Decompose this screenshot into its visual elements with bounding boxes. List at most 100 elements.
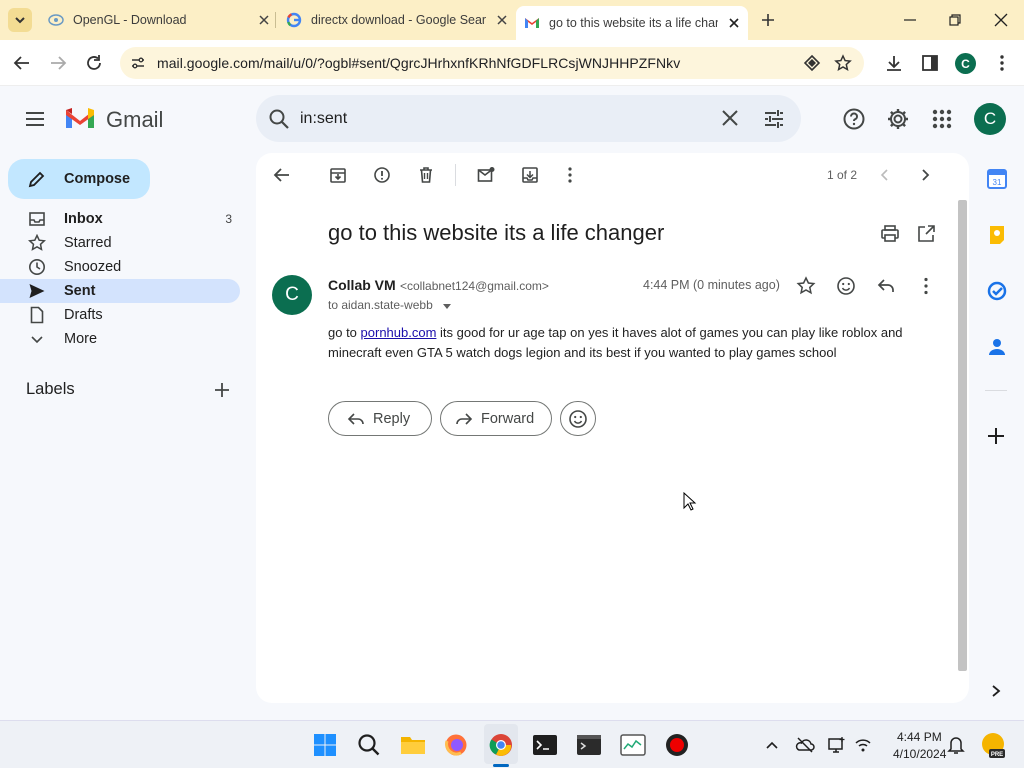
tab-search-button[interactable] — [8, 8, 32, 32]
download-icon[interactable] — [884, 53, 904, 73]
back-icon[interactable] — [12, 53, 32, 73]
older-chevron-right-icon[interactable] — [917, 167, 933, 183]
bookmark-star-icon[interactable] — [834, 54, 852, 72]
tab-title: go to this website its a life chan — [549, 16, 718, 30]
search-options-icon[interactable] — [763, 108, 785, 130]
keep-icon[interactable] — [987, 225, 1007, 245]
show-side-panel-chevron-icon[interactable] — [989, 684, 1003, 698]
tab-divider — [275, 12, 276, 28]
sender-name[interactable]: Collab VM — [328, 277, 396, 293]
reply-button[interactable]: Reply — [328, 401, 432, 436]
clock-date[interactable]: 4/10/2024 — [893, 747, 946, 761]
details-dropdown-icon[interactable] — [442, 301, 452, 311]
firefox-icon[interactable] — [444, 733, 468, 757]
svg-text:PRE: PRE — [991, 752, 1003, 758]
scrollbar[interactable] — [958, 200, 967, 671]
contacts-icon[interactable] — [987, 337, 1007, 357]
tasks-icon[interactable] — [987, 281, 1007, 301]
tab-gmail-active[interactable]: go to this website its a life chan — [516, 6, 748, 40]
move-to-icon[interactable] — [521, 166, 539, 184]
get-addons-plus-icon[interactable] — [987, 427, 1005, 445]
mail-search-bar[interactable]: in:sent — [256, 95, 801, 142]
nav-item-starred[interactable]: Starred — [0, 231, 240, 255]
opengl-favicon-icon — [48, 14, 64, 26]
close-icon[interactable] — [494, 12, 510, 28]
command-prompt-icon[interactable] — [576, 733, 602, 757]
mark-unread-icon[interactable] — [477, 166, 495, 184]
emoji-button[interactable] — [560, 401, 596, 436]
sender-avatar[interactable]: C — [272, 275, 312, 315]
forward-icon[interactable] — [48, 53, 68, 73]
more-actions-icon[interactable] — [561, 166, 579, 184]
body-link[interactable]: pornhub.com — [361, 325, 437, 340]
archive-icon[interactable] — [329, 166, 347, 184]
site-settings-icon[interactable] — [130, 55, 146, 71]
help-icon[interactable] — [842, 107, 866, 131]
search-input[interactable]: in:sent — [300, 110, 347, 128]
gmail-favicon-icon — [525, 18, 539, 28]
settings-gear-icon[interactable] — [886, 107, 910, 131]
side-panel-icon[interactable] — [920, 53, 940, 73]
compose-label: Compose — [64, 171, 131, 187]
restore-icon[interactable] — [947, 12, 963, 28]
emoji-reaction-icon[interactable] — [836, 276, 856, 296]
windows-taskbar: 4:44 PM 4/10/2024 PRE — [0, 720, 1024, 768]
forward-button[interactable]: Forward — [440, 401, 552, 436]
svg-text:31: 31 — [993, 178, 1002, 187]
notification-bell-icon[interactable] — [947, 735, 965, 755]
show-hidden-icons-chevron-icon[interactable] — [764, 737, 780, 753]
gmail-logo-icon[interactable] — [64, 104, 96, 132]
newer-chevron-left-icon[interactable] — [877, 167, 893, 183]
nav-item-inbox[interactable]: Inbox 3 — [0, 207, 240, 231]
message-more-icon[interactable] — [916, 276, 936, 296]
minimize-icon[interactable] — [902, 12, 918, 28]
onedrive-offline-icon[interactable] — [795, 735, 815, 755]
open-in-new-window-icon[interactable] — [916, 224, 936, 244]
compose-button[interactable]: Compose — [8, 159, 150, 199]
clock-time[interactable]: 4:44 PM — [897, 730, 942, 744]
body-text: go to — [328, 325, 361, 340]
nav-item-snoozed[interactable]: Snoozed — [0, 255, 240, 279]
clear-search-icon[interactable] — [720, 108, 740, 128]
close-icon[interactable] — [256, 12, 272, 28]
report-spam-icon[interactable] — [373, 166, 391, 184]
main-menu-icon[interactable] — [24, 108, 46, 130]
tab-opengl[interactable]: OpenGL - Download — [40, 0, 272, 40]
new-tab-icon[interactable] — [760, 12, 776, 28]
file-explorer-icon[interactable] — [400, 733, 426, 757]
nav-item-sent[interactable]: Sent — [0, 279, 240, 303]
terminal-app-icon[interactable] — [532, 733, 558, 757]
copilot-pre-icon[interactable]: PRE — [980, 731, 1006, 759]
print-icon[interactable] — [880, 224, 900, 244]
tab-google-search[interactable]: directx download - Google Sear — [278, 0, 510, 40]
address-bar[interactable]: mail.google.com/mail/u/0/?ogbl#sent/Qgrc… — [120, 47, 864, 79]
profile-avatar[interactable]: C — [955, 53, 976, 74]
chrome-icon[interactable] — [489, 733, 513, 757]
taskbar-search-icon[interactable] — [357, 733, 381, 757]
browser-menu-icon[interactable] — [992, 53, 1012, 73]
nav-item-more[interactable]: More — [0, 327, 240, 351]
add-label-icon[interactable] — [213, 381, 231, 399]
nav-label: Starred — [64, 235, 112, 251]
nav-item-drafts[interactable]: Drafts — [0, 303, 240, 327]
network-icon[interactable] — [853, 735, 873, 755]
back-to-list-icon[interactable] — [273, 166, 291, 184]
calendar-icon[interactable]: 31 — [987, 169, 1007, 189]
display-settings-icon[interactable] — [827, 735, 847, 755]
window-close-icon[interactable] — [993, 12, 1009, 28]
windows-start-icon[interactable] — [313, 733, 337, 757]
reply-icon[interactable] — [876, 276, 896, 296]
browser-tab-strip: OpenGL - Download directx download - Goo… — [0, 0, 1024, 40]
star-message-icon[interactable] — [796, 276, 816, 296]
delete-icon[interactable] — [417, 166, 435, 184]
nav-label: Drafts — [64, 307, 103, 323]
apps-grid-icon[interactable] — [930, 107, 954, 131]
close-icon[interactable] — [726, 15, 742, 31]
toolbar-divider — [455, 164, 456, 186]
extension-diamond-icon[interactable] — [803, 54, 821, 72]
search-icon[interactable] — [268, 108, 290, 130]
reload-icon[interactable] — [84, 53, 104, 73]
account-avatar[interactable]: C — [974, 103, 1006, 135]
system-monitor-icon[interactable] — [620, 733, 646, 757]
record-icon[interactable] — [665, 733, 689, 757]
